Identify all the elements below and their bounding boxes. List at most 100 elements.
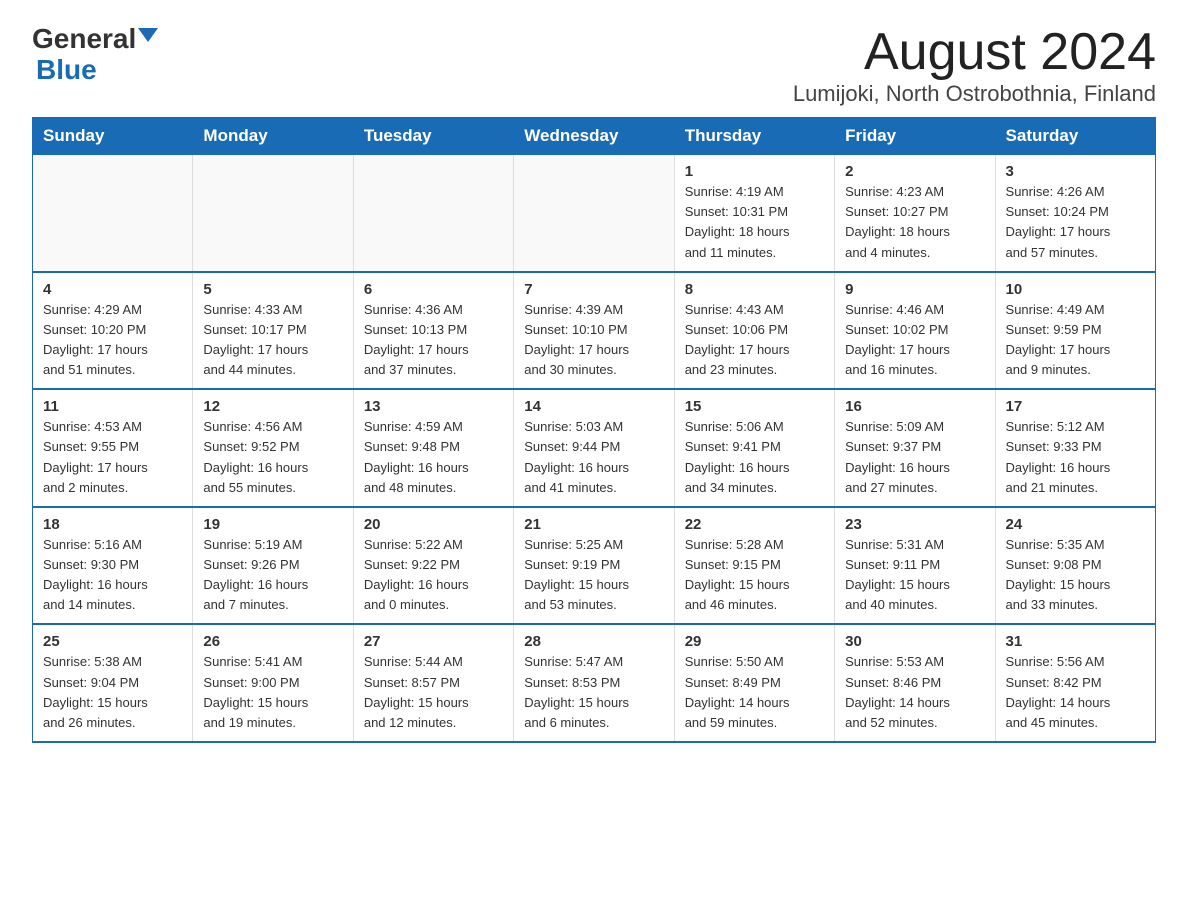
- day-info: Sunrise: 4:23 AM Sunset: 10:27 PM Daylig…: [845, 182, 984, 263]
- calendar-body: 1 Sunrise: 4:19 AM Sunset: 10:31 PM Dayli…: [33, 155, 1156, 742]
- day-cell: 30Sunrise: 5:53 AM Sunset: 8:46 PM Dayli…: [835, 624, 995, 742]
- logo-general: General: [32, 24, 136, 55]
- day-number: 9: [845, 281, 984, 298]
- day-info: Sunrise: 4:36 AM Sunset: 10:13 PM Daylig…: [364, 300, 503, 381]
- day-cell: 26Sunrise: 5:41 AM Sunset: 9:00 PM Dayli…: [193, 624, 353, 742]
- day-info: Sunrise: 4:53 AM Sunset: 9:55 PM Dayligh…: [43, 417, 182, 498]
- day-info: Sunrise: 4:26 AM Sunset: 10:24 PM Daylig…: [1006, 182, 1145, 263]
- day-info: Sunrise: 5:16 AM Sunset: 9:30 PM Dayligh…: [43, 535, 182, 616]
- page-header: General Blue August 2024 Lumijoki, North…: [32, 24, 1156, 107]
- day-number: 16: [845, 398, 984, 415]
- day-info: Sunrise: 4:49 AM Sunset: 9:59 PM Dayligh…: [1006, 300, 1145, 381]
- header-thursday: Thursday: [674, 118, 834, 155]
- day-number: 28: [524, 633, 663, 650]
- header-friday: Friday: [835, 118, 995, 155]
- day-info: Sunrise: 5:03 AM Sunset: 9:44 PM Dayligh…: [524, 417, 663, 498]
- day-number: 25: [43, 633, 182, 650]
- day-number: 8: [685, 281, 824, 298]
- day-number: 3: [1006, 163, 1145, 180]
- day-number: 17: [1006, 398, 1145, 415]
- week-row-2: 4 Sunrise: 4:29 AM Sunset: 10:20 PM Dayli…: [33, 272, 1156, 390]
- day-number: 12: [203, 398, 342, 415]
- day-info: Sunrise: 5:56 AM Sunset: 8:42 PM Dayligh…: [1006, 652, 1145, 733]
- day-number: 20: [364, 516, 503, 533]
- day-info: Sunrise: 5:22 AM Sunset: 9:22 PM Dayligh…: [364, 535, 503, 616]
- day-number: 26: [203, 633, 342, 650]
- day-number: 14: [524, 398, 663, 415]
- day-cell: 27Sunrise: 5:44 AM Sunset: 8:57 PM Dayli…: [353, 624, 513, 742]
- day-cell: 14 Sunrise: 5:03 AM Sunset: 9:44 PM Dayli…: [514, 389, 674, 507]
- day-info: Sunrise: 5:19 AM Sunset: 9:26 PM Dayligh…: [203, 535, 342, 616]
- day-info: Sunrise: 5:38 AM Sunset: 9:04 PM Dayligh…: [43, 652, 182, 733]
- day-info: Sunrise: 4:39 AM Sunset: 10:10 PM Daylig…: [524, 300, 663, 381]
- day-number: 10: [1006, 281, 1145, 298]
- day-cell: 7 Sunrise: 4:39 AM Sunset: 10:10 PM Dayli…: [514, 272, 674, 390]
- day-cell: 6 Sunrise: 4:36 AM Sunset: 10:13 PM Dayli…: [353, 272, 513, 390]
- day-cell: 28 Sunrise: 5:47 AM Sunset: 8:53 PM Dayli…: [514, 624, 674, 742]
- day-cell: 31 Sunrise: 5:56 AM Sunset: 8:42 PM Dayli…: [995, 624, 1155, 742]
- day-cell: 24 Sunrise: 5:35 AM Sunset: 9:08 PM Dayli…: [995, 507, 1155, 625]
- week-row-1: 1 Sunrise: 4:19 AM Sunset: 10:31 PM Dayli…: [33, 155, 1156, 272]
- day-number: 22: [685, 516, 824, 533]
- day-info: Sunrise: 4:56 AM Sunset: 9:52 PM Dayligh…: [203, 417, 342, 498]
- day-number: 18: [43, 516, 182, 533]
- logo-blue: Blue: [32, 55, 97, 86]
- logo: General Blue: [32, 24, 158, 86]
- day-info: Sunrise: 4:29 AM Sunset: 10:20 PM Daylig…: [43, 300, 182, 381]
- day-info: Sunrise: 5:44 AM Sunset: 8:57 PM Dayligh…: [364, 652, 503, 733]
- day-number: 6: [364, 281, 503, 298]
- day-info: Sunrise: 5:25 AM Sunset: 9:19 PM Dayligh…: [524, 535, 663, 616]
- day-cell: 29 Sunrise: 5:50 AM Sunset: 8:49 PM Dayli…: [674, 624, 834, 742]
- calendar-header: SundayMondayTuesdayWednesdayThursdayFrid…: [33, 118, 1156, 155]
- day-info: Sunrise: 5:09 AM Sunset: 9:37 PM Dayligh…: [845, 417, 984, 498]
- day-cell: 4 Sunrise: 4:29 AM Sunset: 10:20 PM Dayli…: [33, 272, 193, 390]
- day-cell: 2Sunrise: 4:23 AM Sunset: 10:27 PM Dayli…: [835, 155, 995, 272]
- day-cell: 12 Sunrise: 4:56 AM Sunset: 9:52 PM Dayli…: [193, 389, 353, 507]
- day-number: 13: [364, 398, 503, 415]
- day-cell: 16 Sunrise: 5:09 AM Sunset: 9:37 PM Dayli…: [835, 389, 995, 507]
- day-cell: 1 Sunrise: 4:19 AM Sunset: 10:31 PM Dayli…: [674, 155, 834, 272]
- day-info: Sunrise: 5:28 AM Sunset: 9:15 PM Dayligh…: [685, 535, 824, 616]
- page-subtitle: Lumijoki, North Ostrobothnia, Finland: [793, 81, 1156, 107]
- day-cell: 11 Sunrise: 4:53 AM Sunset: 9:55 PM Dayli…: [33, 389, 193, 507]
- day-cell: 23Sunrise: 5:31 AM Sunset: 9:11 PM Dayli…: [835, 507, 995, 625]
- day-number: 24: [1006, 516, 1145, 533]
- day-number: 15: [685, 398, 824, 415]
- day-number: 21: [524, 516, 663, 533]
- day-cell: 9Sunrise: 4:46 AM Sunset: 10:02 PM Dayli…: [835, 272, 995, 390]
- day-cell: [514, 155, 674, 272]
- header-tuesday: Tuesday: [353, 118, 513, 155]
- header-saturday: Saturday: [995, 118, 1155, 155]
- day-cell: 22 Sunrise: 5:28 AM Sunset: 9:15 PM Dayli…: [674, 507, 834, 625]
- day-info: Sunrise: 5:06 AM Sunset: 9:41 PM Dayligh…: [685, 417, 824, 498]
- day-info: Sunrise: 5:53 AM Sunset: 8:46 PM Dayligh…: [845, 652, 984, 733]
- day-cell: 20 Sunrise: 5:22 AM Sunset: 9:22 PM Dayli…: [353, 507, 513, 625]
- week-row-3: 11 Sunrise: 4:53 AM Sunset: 9:55 PM Dayli…: [33, 389, 1156, 507]
- day-info: Sunrise: 5:50 AM Sunset: 8:49 PM Dayligh…: [685, 652, 824, 733]
- day-number: 31: [1006, 633, 1145, 650]
- day-info: Sunrise: 5:12 AM Sunset: 9:33 PM Dayligh…: [1006, 417, 1145, 498]
- day-info: Sunrise: 5:35 AM Sunset: 9:08 PM Dayligh…: [1006, 535, 1145, 616]
- day-number: 23: [845, 516, 984, 533]
- day-number: 7: [524, 281, 663, 298]
- week-row-5: 25 Sunrise: 5:38 AM Sunset: 9:04 PM Dayli…: [33, 624, 1156, 742]
- header-monday: Monday: [193, 118, 353, 155]
- day-cell: [193, 155, 353, 272]
- day-cell: 10 Sunrise: 4:49 AM Sunset: 9:59 PM Dayli…: [995, 272, 1155, 390]
- day-number: 11: [43, 398, 182, 415]
- week-row-4: 18 Sunrise: 5:16 AM Sunset: 9:30 PM Dayli…: [33, 507, 1156, 625]
- day-info: Sunrise: 4:33 AM Sunset: 10:17 PM Daylig…: [203, 300, 342, 381]
- day-number: 4: [43, 281, 182, 298]
- day-cell: 17 Sunrise: 5:12 AM Sunset: 9:33 PM Dayli…: [995, 389, 1155, 507]
- day-number: 29: [685, 633, 824, 650]
- day-cell: 13 Sunrise: 4:59 AM Sunset: 9:48 PM Dayli…: [353, 389, 513, 507]
- day-number: 1: [685, 163, 824, 180]
- day-info: Sunrise: 4:59 AM Sunset: 9:48 PM Dayligh…: [364, 417, 503, 498]
- header-wednesday: Wednesday: [514, 118, 674, 155]
- day-cell: 8 Sunrise: 4:43 AM Sunset: 10:06 PM Dayli…: [674, 272, 834, 390]
- day-info: Sunrise: 4:19 AM Sunset: 10:31 PM Daylig…: [685, 182, 824, 263]
- day-info: Sunrise: 4:43 AM Sunset: 10:06 PM Daylig…: [685, 300, 824, 381]
- day-info: Sunrise: 5:47 AM Sunset: 8:53 PM Dayligh…: [524, 652, 663, 733]
- day-cell: 25 Sunrise: 5:38 AM Sunset: 9:04 PM Dayli…: [33, 624, 193, 742]
- day-cell: [353, 155, 513, 272]
